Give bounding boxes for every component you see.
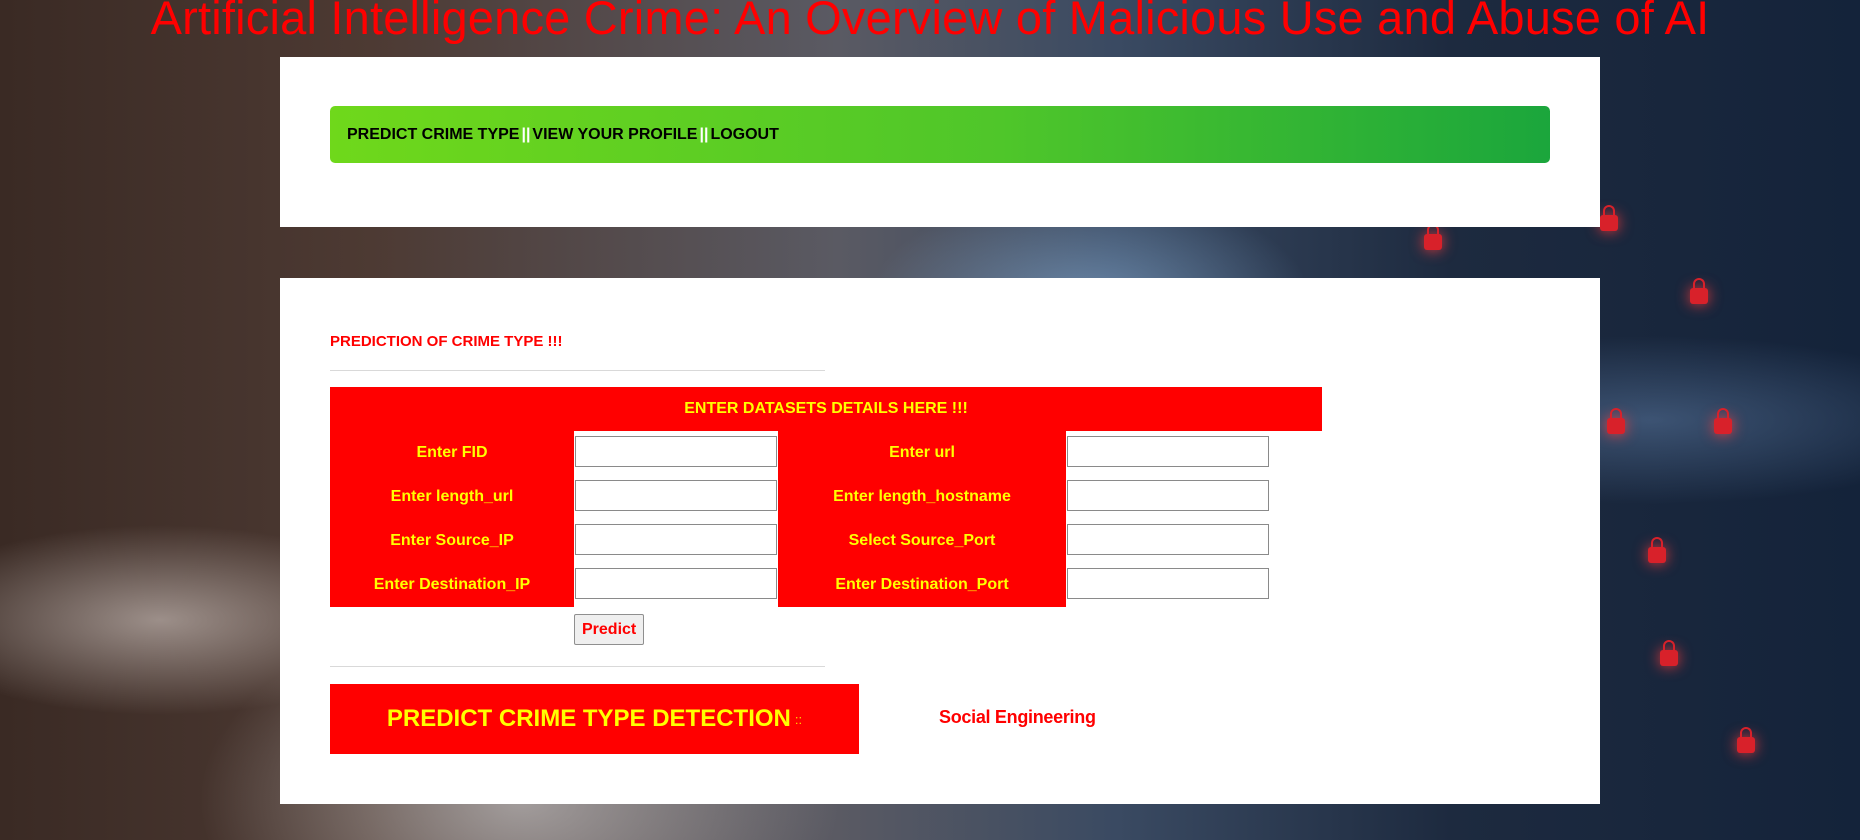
length-url-input[interactable]: [575, 480, 777, 511]
prediction-panel: PREDICTION OF CRIME TYPE !!! ENTER DATAS…: [280, 278, 1600, 804]
destination-port-label: Enter Destination_Port: [778, 563, 1066, 607]
nav-separator: ||: [521, 125, 531, 143]
source-ip-input[interactable]: [575, 524, 777, 555]
nav-panel: PREDICT CRIME TYPE || VIEW YOUR PROFILE …: [280, 57, 1600, 227]
lock-icon: [1600, 205, 1618, 231]
length-hostname-label: Enter length_hostname: [778, 475, 1066, 519]
page-title: Artificial Intelligence Crime: An Overvi…: [150, 0, 1710, 44]
lock-icon: [1607, 408, 1625, 434]
lock-icon: [1690, 278, 1708, 304]
nav-link-view-profile[interactable]: VIEW YOUR PROFILE: [532, 126, 697, 144]
divider: [330, 666, 825, 667]
lock-icon: [1737, 727, 1755, 753]
lock-icon: [1714, 408, 1732, 434]
result-label-box: PREDICT CRIME TYPE DETECTION ::: [330, 684, 859, 754]
source-port-input[interactable]: [1067, 524, 1269, 555]
lock-icon: [1424, 224, 1442, 250]
source-ip-label: Enter Source_IP: [330, 519, 574, 563]
result-value: Social Engineering: [939, 707, 1096, 727]
nav-link-predict-crime-type[interactable]: PREDICT CRIME TYPE: [347, 126, 519, 144]
nav-bar: PREDICT CRIME TYPE || VIEW YOUR PROFILE …: [330, 106, 1550, 163]
result-label: PREDICT CRIME TYPE DETECTION: [386, 705, 791, 732]
nav-separator: ||: [699, 125, 709, 143]
source-port-label: Select Source_Port: [778, 519, 1066, 563]
predict-button[interactable]: Predict: [574, 614, 645, 645]
lock-icon: [1660, 640, 1678, 666]
destination-ip-label: Enter Destination_IP: [330, 563, 574, 607]
length-url-label: Enter length_url: [330, 475, 574, 519]
form-header: ENTER DATASETS DETAILS HERE !!!: [330, 387, 1322, 431]
fid-input[interactable]: [575, 436, 777, 467]
lock-icon: [1648, 537, 1666, 563]
destination-ip-input[interactable]: [575, 568, 777, 599]
nav-link-logout[interactable]: LOGOUT: [710, 126, 778, 144]
url-input[interactable]: [1067, 436, 1269, 467]
section-title: PREDICTION OF CRIME TYPE !!!: [330, 333, 563, 350]
divider: [330, 370, 825, 371]
url-label: Enter url: [778, 431, 1066, 475]
length-hostname-input[interactable]: [1067, 480, 1269, 511]
result-colon: ::: [794, 711, 803, 727]
fid-label: Enter FID: [330, 431, 574, 475]
destination-port-input[interactable]: [1067, 568, 1269, 599]
